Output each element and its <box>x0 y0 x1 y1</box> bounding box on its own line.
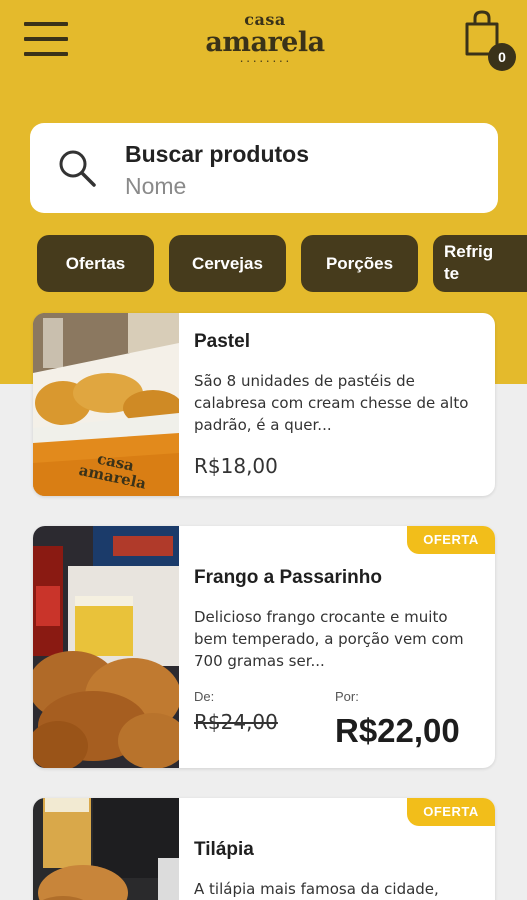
offer-badge: OFERTA <box>407 798 495 826</box>
product-card-frango[interactable]: OFERTA Frango a Passarinho Delicioso fra… <box>33 526 495 768</box>
old-price: R$24,00 <box>194 710 278 734</box>
product-card-tilapia[interactable]: OFERTA Tilápia A tilápia mais famosa da … <box>33 798 495 900</box>
price-from-label: De: <box>194 689 215 704</box>
product-image-tilapia <box>33 798 179 900</box>
product-image-pastel: casa amarela <box>33 313 179 496</box>
brand-logo: casa amarela • • • • • • • • <box>205 12 325 74</box>
logo-dots: • • • • • • • • <box>240 59 290 65</box>
hamburger-menu-icon[interactable] <box>24 22 68 58</box>
price-to-label: Por: <box>335 689 359 704</box>
category-ofertas[interactable]: Ofertas <box>37 235 154 292</box>
new-price: R$22,00 <box>335 712 460 749</box>
product-name: Frango a Passarinho <box>194 567 382 588</box>
search-title: Buscar produtos <box>125 141 310 167</box>
logo-main-text: amarela <box>205 27 325 58</box>
cart-count-badge: 0 <box>488 43 516 71</box>
product-description: São 8 unidades de pastéis de calabresa c… <box>194 372 469 434</box>
product-image-frango <box>33 526 179 768</box>
product-name: Pastel <box>194 331 250 352</box>
product-description: Delicioso frango crocante e muito bem te… <box>194 608 464 670</box>
search-input[interactable] <box>125 171 465 201</box>
product-name: Tilápia <box>194 839 254 860</box>
product-price: R$18,00 <box>194 454 278 478</box>
cart-button[interactable]: 0 <box>462 10 518 71</box>
category-cervejas[interactable]: Cervejas <box>169 235 286 292</box>
category-refrigerantes[interactable]: Refrig te <box>433 235 527 292</box>
category-porcoes[interactable]: Porções <box>301 235 418 292</box>
product-card-pastel[interactable]: casa amarela Pastel São 8 unidades de pa… <box>33 313 495 496</box>
search-box[interactable]: Buscar produtos <box>30 123 498 213</box>
product-description: A tilápia mais famosa da cidade, <box>194 880 439 898</box>
offer-badge: OFERTA <box>407 526 495 554</box>
logo-top-text: casa <box>244 10 286 29</box>
search-icon <box>59 150 96 187</box>
